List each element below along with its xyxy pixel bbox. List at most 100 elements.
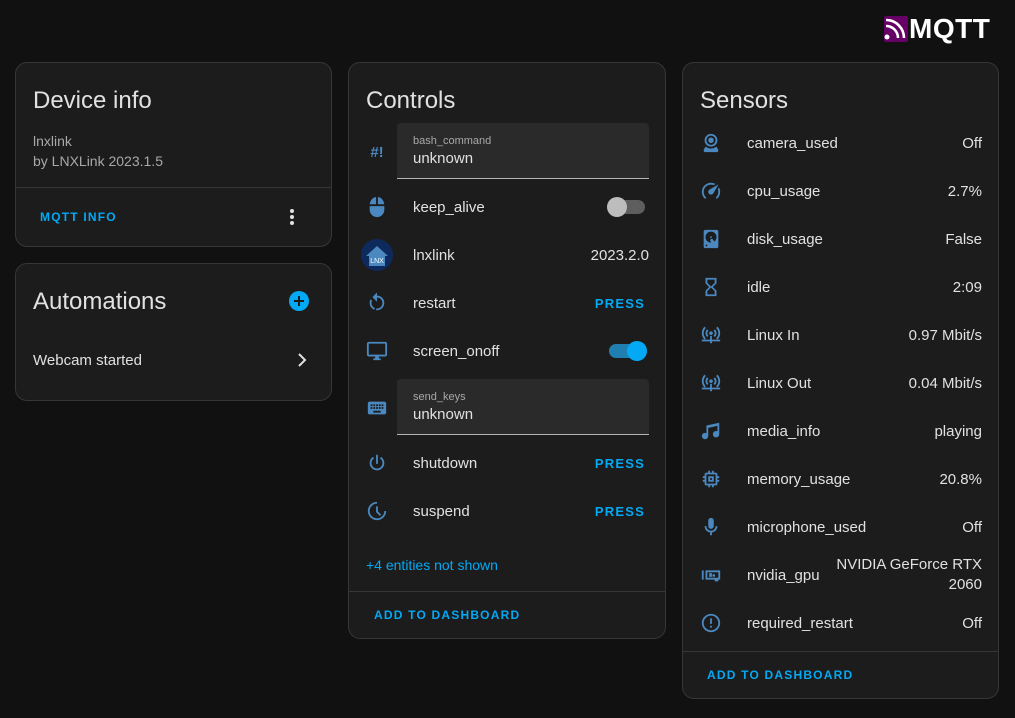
- sensor-row-camera-used[interactable]: camera_used Off: [683, 119, 998, 167]
- toggle-knob: [627, 341, 647, 361]
- bash-command-value: unknown: [413, 150, 474, 167]
- sensor-value: 0.04 Mbit/s: [908, 374, 982, 392]
- sensor-row-media-info[interactable]: media_info playing: [683, 407, 998, 455]
- control-row-screen-onoff: screen_onoff: [349, 327, 665, 375]
- sleep-icon: [364, 498, 390, 524]
- keep-alive-label: keep_alive: [413, 198, 485, 216]
- sensor-name: cpu_usage: [747, 182, 821, 200]
- svg-text:LNX: LNX: [370, 258, 384, 265]
- sensor-row-cpu-usage[interactable]: cpu_usage 2.7%: [683, 167, 998, 215]
- bash-command-label: bash_command: [413, 135, 492, 147]
- memory-chip-icon: [698, 466, 724, 492]
- suspend-press-button[interactable]: PRESS: [595, 504, 645, 519]
- mqtt-logo: MQTT: [884, 13, 991, 44]
- control-row-send-keys: send_keys unknown: [349, 379, 665, 436]
- control-row-restart: restart PRESS: [349, 279, 665, 327]
- sensor-row-nvidia-gpu[interactable]: nvidia_gpu NVIDIA GeForce RTX 2060: [683, 551, 998, 599]
- more-options-icon[interactable]: [289, 208, 295, 226]
- mqtt-info-button[interactable]: MQTT INFO: [40, 210, 117, 224]
- music-icon: [698, 418, 724, 444]
- lnxlink-value: 2023.2.0: [590, 246, 649, 264]
- sensor-name: disk_usage: [747, 230, 823, 248]
- sensor-row-linux-out[interactable]: Linux Out 0.04 Mbit/s: [683, 359, 998, 407]
- monitor-icon: [364, 338, 390, 364]
- restart-press-button[interactable]: PRESS: [595, 296, 645, 311]
- automation-item-label: Webcam started: [33, 352, 142, 369]
- controls-add-to-dashboard-button[interactable]: ADD TO DASHBOARD: [374, 608, 520, 622]
- control-row-bash-command: #! bash_command unknown: [349, 123, 665, 180]
- screen-onoff-label: screen_onoff: [413, 342, 500, 360]
- access-point-network-icon: [698, 370, 724, 396]
- control-row-shutdown: shutdown PRESS: [349, 439, 665, 487]
- device-name: lnxlink: [33, 133, 72, 149]
- sensor-row-memory-usage[interactable]: memory_usage 20.8%: [683, 455, 998, 503]
- sensor-name: nvidia_gpu: [747, 566, 820, 584]
- sensor-value: Off: [962, 614, 982, 632]
- sensor-name: media_info: [747, 422, 821, 440]
- toggle-knob: [607, 197, 627, 217]
- bash-command-input[interactable]: bash_command unknown: [397, 123, 649, 179]
- sensors-add-to-dashboard-button[interactable]: ADD TO DASHBOARD: [707, 668, 853, 682]
- sensor-row-required-restart[interactable]: required_restart Off: [683, 599, 998, 647]
- sensor-name: idle: [747, 278, 771, 296]
- mqtt-logo-icon: [884, 16, 908, 42]
- automations-card: Automations Webcam started: [15, 263, 332, 401]
- automation-item[interactable]: Webcam started: [16, 344, 331, 376]
- webcam-icon: [698, 130, 724, 156]
- divider: [16, 187, 331, 188]
- control-row-lnxlink: LNX lnxlink 2023.2.0: [349, 231, 665, 279]
- send-keys-input[interactable]: send_keys unknown: [397, 379, 649, 435]
- speedometer-icon: [698, 178, 724, 204]
- access-point-network-icon: [698, 322, 724, 348]
- sensor-value: 2:09: [952, 278, 982, 296]
- sensor-name: memory_usage: [747, 470, 851, 488]
- restart-icon: [364, 290, 390, 316]
- controls-title: Controls: [366, 87, 456, 114]
- sensor-value-line1: NVIDIA GeForce RTX: [836, 556, 982, 573]
- suspend-label: suspend: [413, 502, 470, 520]
- device-info-title: Device info: [33, 87, 152, 114]
- harddisk-icon: [698, 226, 724, 252]
- controls-card: Controls #! bash_command unknown keep_al…: [348, 62, 666, 639]
- chevron-right-icon: [298, 353, 307, 367]
- lnxlink-logo-icon: LNX: [360, 238, 394, 272]
- sensor-row-idle[interactable]: idle 2:09: [683, 263, 998, 311]
- mqtt-logo-text: MQTT: [909, 13, 991, 44]
- mouse-icon: [364, 194, 390, 220]
- device-info-card: Device info lnxlink by LNXLink 2023.1.5 …: [15, 62, 332, 247]
- automations-title: Automations: [33, 288, 167, 315]
- sensor-row-disk-usage[interactable]: disk_usage False: [683, 215, 998, 263]
- shutdown-press-button[interactable]: PRESS: [595, 456, 645, 471]
- device-version: by LNXLink 2023.1.5: [33, 153, 163, 169]
- send-keys-label: send_keys: [413, 391, 466, 403]
- divider: [683, 651, 998, 652]
- sensor-value: playing: [934, 422, 982, 440]
- sensor-value: Off: [962, 134, 982, 152]
- lnxlink-label: lnxlink: [413, 246, 455, 264]
- microphone-icon: [698, 514, 724, 540]
- divider: [349, 591, 665, 592]
- sensor-value-multiline: NVIDIA GeForce RTX 2060: [836, 555, 982, 595]
- control-row-suspend: suspend PRESS: [349, 487, 665, 535]
- sensor-row-linux-in[interactable]: Linux In 0.97 Mbit/s: [683, 311, 998, 359]
- sensor-name: required_restart: [747, 614, 853, 632]
- sensor-row-microphone-used[interactable]: microphone_used Off: [683, 503, 998, 551]
- keep-alive-toggle[interactable]: [607, 197, 645, 217]
- add-automation-button[interactable]: [289, 291, 309, 311]
- sensors-title: Sensors: [700, 87, 789, 114]
- power-icon: [364, 450, 390, 476]
- sensor-value-line2: 2060: [948, 576, 982, 593]
- alert-circle-icon: [698, 610, 724, 636]
- sensor-name: camera_used: [747, 134, 838, 152]
- sensor-name: microphone_used: [747, 518, 867, 536]
- hourglass-icon: [698, 274, 724, 300]
- screen-onoff-toggle[interactable]: [609, 341, 647, 361]
- hidden-entities-link[interactable]: +4 entities not shown: [366, 557, 498, 573]
- keyboard-icon: [364, 395, 390, 421]
- send-keys-value: unknown: [413, 406, 474, 423]
- sensor-value: Off: [962, 518, 982, 536]
- restart-label: restart: [413, 294, 456, 312]
- gpu-icon: [698, 562, 724, 588]
- sensor-name: Linux In: [747, 326, 800, 344]
- sensor-name: Linux Out: [747, 374, 812, 392]
